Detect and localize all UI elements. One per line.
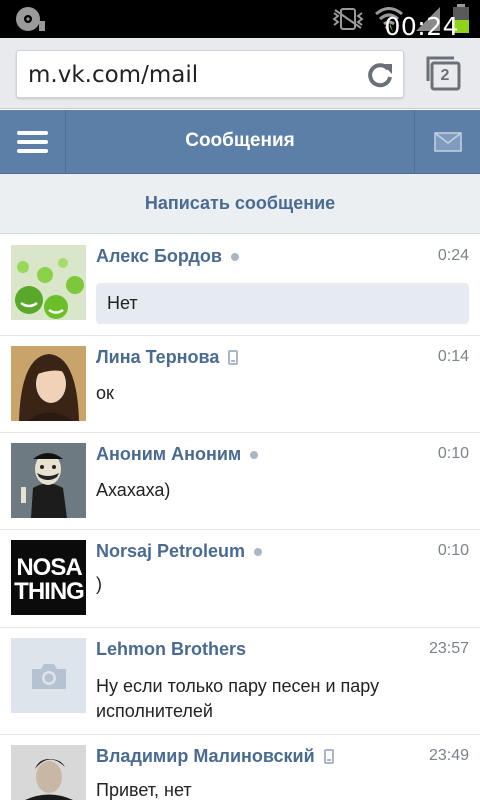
- clock: 00:24: [384, 12, 459, 41]
- avatar: [11, 346, 86, 421]
- browser-toolbar: m.vk.com/mail 2: [0, 38, 480, 109]
- status-bar: 00:24: [0, 0, 480, 41]
- contact-name: Norsaj Petroleum: [96, 541, 246, 561]
- url-text[interactable]: m.vk.com/mail: [28, 62, 198, 88]
- contact-name: Lehmon Brothers: [96, 639, 247, 659]
- hamburger-icon-bar: [17, 149, 48, 153]
- online-indicator-icon: [250, 450, 259, 459]
- contact-name: Аноним Аноним: [96, 444, 242, 464]
- message-snippet: Привет, нет: [96, 780, 192, 800]
- camera-icon: [32, 664, 66, 689]
- avatar: [11, 443, 86, 518]
- online-indicator-icon: [254, 547, 263, 556]
- message-time: 0:24: [437, 247, 469, 264]
- dialog-row[interactable]: Лина Тернова 0:14 ок: [0, 336, 480, 433]
- dialog-row[interactable]: Lehmon Brothers 23:57 Ну если только пар…: [0, 628, 480, 735]
- compose-message-button[interactable]: Написать сообщение: [0, 174, 480, 234]
- mobile-phone-icon: [323, 749, 334, 764]
- contact-name: Владимир Малиновский: [96, 746, 315, 766]
- avatar: [11, 745, 86, 800]
- tabs-button[interactable]: 2: [424, 55, 462, 91]
- avatar: NOSA THING: [11, 540, 86, 615]
- message-time: 0:14: [437, 348, 469, 365]
- dialog-row[interactable]: NOSA THING Norsaj Petroleum 0:10 ): [0, 530, 480, 628]
- reload-icon[interactable]: [365, 60, 395, 90]
- message-time: 0:10: [437, 445, 469, 462]
- message-time: 23:57: [428, 640, 469, 657]
- dialog-row[interactable]: Алекс Бордов 0:24 Нет: [0, 235, 480, 336]
- dialog-name: Norsaj Petroleum: [96, 541, 263, 562]
- envelope-icon: [434, 132, 462, 152]
- hamburger-icon: [17, 131, 48, 135]
- menu-button[interactable]: [0, 110, 66, 174]
- dialog-row[interactable]: Аноним Аноним 0:10 Ахахаха): [0, 433, 480, 530]
- online-indicator-icon: [230, 252, 239, 261]
- message-time: 23:49: [428, 747, 469, 764]
- contact-name: Алекс Бордов: [96, 246, 222, 266]
- url-field[interactable]: m.vk.com/mail: [16, 50, 404, 98]
- mobile-phone-icon: [228, 350, 239, 365]
- mail-button[interactable]: [414, 110, 480, 174]
- dialog-name: Алекс Бордов: [96, 246, 239, 267]
- dialog-name: Владимир Малиновский: [96, 746, 334, 767]
- avatar-text-line: THING: [14, 578, 85, 605]
- message-snippet: Ахахаха): [96, 480, 171, 500]
- message-snippet: Нет: [96, 283, 469, 324]
- message-snippet: Ну если только пару песен и пару исполни…: [96, 676, 380, 721]
- message-snippet: ): [96, 574, 102, 594]
- dialog-name: Лина Тернова: [96, 347, 239, 368]
- tab-count: 2: [440, 67, 450, 84]
- hamburger-icon-bar: [17, 140, 48, 144]
- page-title: Сообщения: [185, 130, 295, 151]
- dialog-name: Аноним Аноним: [96, 444, 259, 465]
- message-snippet: ок: [96, 383, 114, 403]
- app-header: Сообщения: [0, 110, 480, 174]
- contact-name: Лина Тернова: [96, 347, 220, 367]
- avatar: [11, 245, 86, 320]
- avatar: [11, 638, 86, 713]
- dialog-name: Lehmon Brothers: [96, 639, 246, 660]
- dialog-row[interactable]: Владимир Малиновский 23:49 Привет, нет: [0, 735, 480, 800]
- cd-icon: [16, 7, 45, 31]
- message-time: 0:10: [437, 542, 469, 559]
- vibrate-icon: [332, 8, 364, 30]
